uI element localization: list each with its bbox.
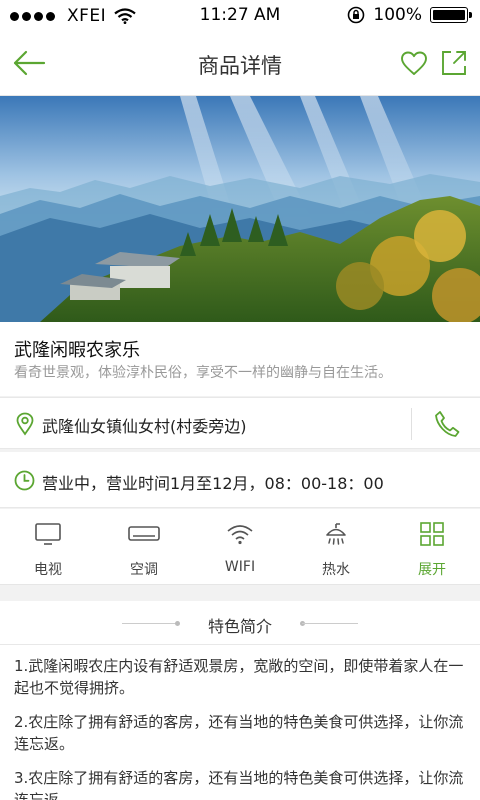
place-description: 看奇世景观，体验淳朴民俗，享受不一样的幽静与自在生活。	[14, 365, 392, 381]
address-text: 武隆仙女镇仙女村(村委旁边)	[42, 417, 247, 436]
amenity-expand-button[interactable]: 展开	[384, 509, 480, 585]
clock-icon	[14, 470, 35, 491]
business-hours-row: 营业中，营业时间1月至12月，08：00-18：00	[0, 452, 480, 508]
amenity-label: 展开	[418, 562, 446, 578]
grid-icon	[420, 522, 444, 546]
intro-title: 特色简介	[207, 617, 272, 636]
status-bar: XFEI 11:27 AM 100%	[0, 0, 480, 32]
amenity-label: 热水	[322, 562, 350, 578]
rotation-lock-icon	[348, 6, 365, 24]
amenity-tv[interactable]: 电视	[0, 509, 96, 585]
battery-fill	[433, 10, 465, 20]
amenity-wifi[interactable]: WIFI	[192, 509, 288, 585]
battery-icon	[430, 7, 472, 23]
intro-paragraph: 3.农庄除了拥有舒适的客房，还有当地的特色美食可供选择，让你流连忘返。	[14, 769, 464, 800]
air-conditioner-icon	[128, 526, 160, 541]
nav-bar: 商品详情	[0, 32, 480, 96]
amenity-label: WIFI	[224, 559, 256, 575]
business-hours-text: 营业中，营业时间1月至12月，08：00-18：00	[42, 474, 384, 493]
amenity-label: 电视	[34, 562, 62, 578]
intro-list: 1.武隆闲暇农庄内设有舒适观景房，宽敞的空间，即使带着家人在一起也不觉得拥挤。 …	[14, 655, 470, 800]
intro-paragraph: 2.农庄除了拥有舒适的客房，还有当地的特色美食可供选择，让你流连忘返。	[14, 713, 464, 753]
divider	[302, 623, 358, 624]
amenity-air-conditioner[interactable]: 空调	[96, 509, 192, 585]
amenity-label: 空调	[130, 562, 158, 578]
heart-icon[interactable]	[400, 50, 428, 78]
status-right: 100%	[347, 5, 472, 25]
feature-intro-section: 特色简介 1.武隆闲暇农庄内设有舒适观景房，宽敞的空间，即使带着家人在一起也不觉…	[0, 601, 480, 800]
place-info-card: 武隆闲暇农家乐 看奇世景观，体验淳朴民俗，享受不一样的幽静与自在生活。	[0, 322, 480, 396]
hero-image	[0, 96, 480, 322]
intro-paragraph: 1.武隆闲暇农庄内设有舒适观景房，宽敞的空间，即使带着家人在一起也不觉得拥挤。	[14, 657, 464, 697]
wifi-icon	[227, 525, 253, 545]
location-pin-icon	[16, 412, 34, 436]
divider	[411, 408, 412, 440]
battery-percent: 100%	[373, 5, 422, 25]
water-heater-icon	[326, 523, 346, 545]
phone-icon[interactable]	[434, 410, 460, 438]
place-name: 武隆闲暇农家乐	[14, 340, 140, 361]
tv-icon	[35, 523, 61, 545]
share-icon[interactable]	[440, 49, 468, 77]
amenities-bar: 电视 空调 WIFI 热水 展开	[0, 509, 480, 585]
amenity-hot-water[interactable]: 热水	[288, 509, 384, 585]
address-row[interactable]: 武隆仙女镇仙女村(村委旁边)	[0, 397, 480, 449]
intro-header: 特色简介	[0, 601, 480, 645]
